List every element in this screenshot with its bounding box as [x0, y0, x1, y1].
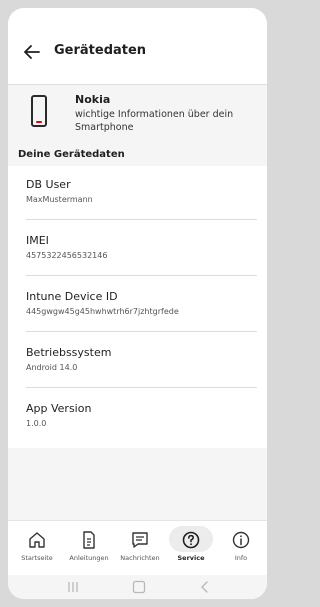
divider	[26, 331, 257, 332]
nav-tab-anleitungen[interactable]: Anleitungen	[63, 521, 115, 575]
item-label: IMEI	[26, 234, 49, 247]
system-back-icon[interactable]	[198, 580, 212, 594]
item-label: Betriebssystem	[26, 346, 112, 359]
nav-label: Info	[234, 554, 248, 562]
divider	[26, 275, 257, 276]
smartphone-icon	[31, 95, 47, 127]
bottom-navigation: Startseite Anleitungen Nachrichten Servi	[8, 520, 267, 575]
message-icon	[132, 532, 148, 548]
list-item: DB User MaxMustermann	[26, 166, 257, 220]
nav-tab-service[interactable]: Service	[165, 521, 217, 575]
item-value: 445gwgw45g45hwhwtrh6r7jzhtgrfede	[26, 307, 179, 316]
app-header: Gerätedaten	[8, 8, 267, 85]
device-description: wichtige Informationen über dein Smartph…	[75, 109, 234, 133]
item-value: 4575322456532146	[26, 251, 108, 260]
list-item: Intune Device ID 445gwgw45g45hwhwtrh6r7j…	[26, 278, 257, 332]
system-navigation-bar	[8, 575, 267, 599]
item-label: DB User	[26, 178, 71, 191]
nav-tab-info[interactable]: Info	[215, 521, 267, 575]
item-label: App Version	[26, 402, 92, 415]
page-title: Gerätedaten	[54, 43, 147, 58]
info-icon	[232, 531, 250, 549]
list-item: Betriebssystem Android 14.0	[26, 334, 257, 388]
list-item: App Version 1.0.0	[26, 390, 257, 444]
help-circle-icon	[182, 531, 200, 549]
nav-tab-nachrichten[interactable]: Nachrichten	[114, 521, 166, 575]
arrow-left-icon	[24, 45, 40, 59]
document-icon	[83, 531, 95, 549]
home-square-icon[interactable]	[132, 580, 146, 594]
item-value: MaxMustermann	[26, 195, 93, 204]
app-screen: Gerätedaten Nokia wichtige Informationen…	[8, 8, 267, 599]
item-label: Intune Device ID	[26, 290, 118, 303]
device-name: Nokia	[75, 93, 111, 106]
home-icon	[29, 532, 45, 548]
divider	[26, 387, 257, 388]
item-value: 1.0.0	[26, 419, 47, 428]
device-card: Nokia wichtige Informationen über dein S…	[8, 85, 267, 147]
divider	[26, 219, 257, 220]
item-value: Android 14.0	[26, 363, 78, 372]
list-item: IMEI 4575322456532146	[26, 222, 257, 276]
device-data-list: DB User MaxMustermann IMEI 4575322456532…	[8, 166, 267, 448]
nav-tab-startseite[interactable]: Startseite	[11, 521, 63, 575]
recent-apps-icon[interactable]	[66, 580, 80, 594]
back-button[interactable]	[22, 42, 42, 62]
